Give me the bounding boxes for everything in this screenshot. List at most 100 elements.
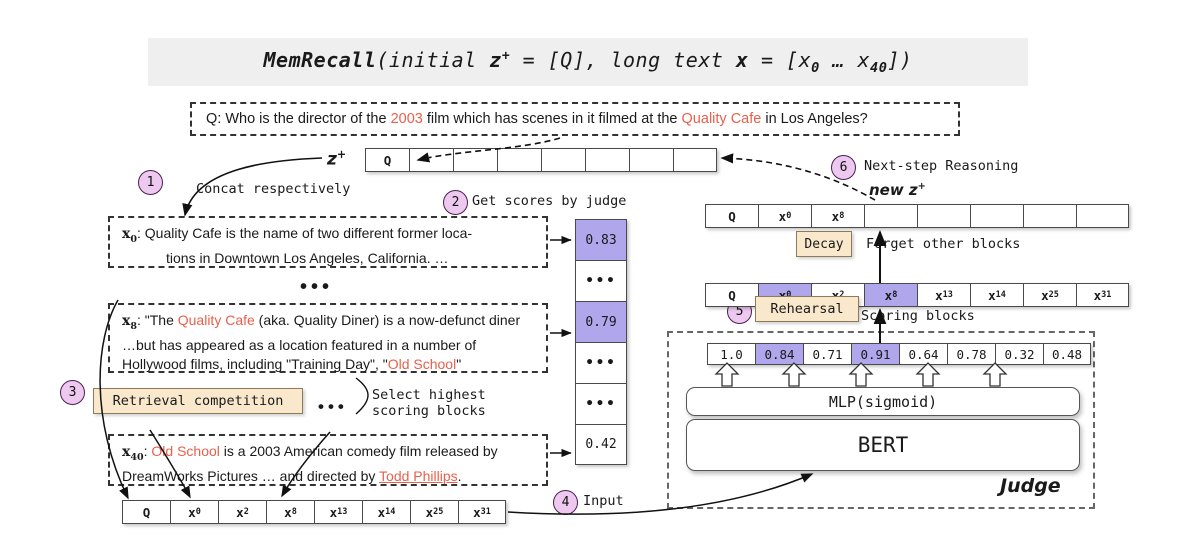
passage-x8-highlight-2: Old School xyxy=(387,355,457,372)
judge-score-cell-2[interactable]: 0.71 xyxy=(803,343,851,365)
step-6-label: Next-step Reasoning xyxy=(864,158,1019,174)
title-arg2-prefix: long text xyxy=(610,48,736,72)
passage-x8-tag-index: 8 xyxy=(130,320,137,332)
new-z-plus-block-row: Qx0x8 xyxy=(705,204,1129,228)
z-plus-cell-4[interactable] xyxy=(541,148,585,172)
title-arg1-sup: + xyxy=(501,48,511,64)
new-z-plus-label: new z+ xyxy=(869,181,926,199)
step-marker-1: 1 xyxy=(138,170,163,195)
passage-score-cell-2[interactable]: 0.79 xyxy=(575,301,627,342)
new-z-plus-cell-2[interactable]: x8 xyxy=(811,204,864,228)
z-plus-cell-5[interactable] xyxy=(585,148,629,172)
judge-title: Judge xyxy=(1000,475,1061,497)
candidate-block-cell-7[interactable]: x 31 xyxy=(1076,283,1129,307)
input-block-cell-4[interactable]: x 13 xyxy=(314,500,362,524)
title-arg2-mid: … x xyxy=(819,48,871,72)
question-box: Q: Who is the director of the 2003 film … xyxy=(190,102,960,136)
passage-x40-tag-index: 40 xyxy=(130,451,144,463)
bert-panel: BERT xyxy=(686,419,1080,471)
z-plus-cell-1[interactable] xyxy=(409,148,453,172)
question-highlight-entity: Quality Cafe xyxy=(681,111,762,127)
title-arg2-sub1: 0 xyxy=(811,60,820,76)
judge-score-cell-6[interactable]: 0.32 xyxy=(995,343,1043,365)
step-marker-4: 4 xyxy=(553,490,578,515)
passage-block-x40: x40: Old School is a 2003 American comed… xyxy=(108,434,548,486)
input-block-cell-7[interactable]: x 31 xyxy=(458,500,506,524)
passage-x8-text-a: : "The xyxy=(136,312,178,328)
judge-score-cell-5[interactable]: 0.78 xyxy=(947,343,995,365)
score-column: 0.83 ••• 0.79 ••• ••• 0.42 xyxy=(575,219,627,465)
passage-score-cell-5[interactable]: 0.42 xyxy=(575,424,627,465)
page-title: MemRecall(initial z+ = [Q], long text x … xyxy=(264,48,913,76)
passage-x0-line1: x0: Quality Cafe is the name of two diff… xyxy=(122,224,534,249)
input-block-cell-2[interactable]: x2 xyxy=(218,500,266,524)
judge-score-cell-3[interactable]: 0.91 xyxy=(851,343,899,365)
mlp-sigmoid-panel: MLP(sigmoid) xyxy=(686,387,1080,416)
question-prefix: Q: Who is the director of the xyxy=(206,111,391,127)
new-z-plus-cell-0[interactable]: Q xyxy=(705,204,758,228)
step-marker-3: 3 xyxy=(60,380,85,405)
passage-x40-highlight-1: Old School xyxy=(151,443,220,459)
passage-x0-line2: tions in Downtown Los Angeles, Californi… xyxy=(166,249,449,266)
title-arg2-var: x xyxy=(735,48,749,72)
title-arg2-sub2: 40 xyxy=(870,60,888,76)
title-arg1-rest: = [Q], xyxy=(510,48,611,72)
candidate-block-cell-4[interactable]: x 13 xyxy=(917,283,970,307)
question-suffix: in Los Angeles? xyxy=(761,111,868,127)
passage-x8-highlight-1: Quality Cafe xyxy=(177,312,255,328)
judge-score-cell-0[interactable]: 1.0 xyxy=(707,343,755,365)
judge-score-cell-4[interactable]: 0.64 xyxy=(899,343,947,365)
candidate-block-cell-6[interactable]: x 25 xyxy=(1023,283,1076,307)
input-block-cell-6[interactable]: x 25 xyxy=(410,500,458,524)
candidate-block-cell-3[interactable]: x8 xyxy=(864,283,917,307)
judge-score-cell-7[interactable]: 0.48 xyxy=(1043,343,1091,365)
z-plus-label-var: z xyxy=(327,149,337,170)
question-highlight-year: 2003 xyxy=(390,111,423,127)
step-2-label: Get scores by judge xyxy=(472,193,627,209)
passage-score-cell-0[interactable]: 0.83 xyxy=(575,219,627,260)
question-mid: film which has scenes in it filmed at th… xyxy=(422,111,682,127)
new-z-plus-cell-6[interactable] xyxy=(1023,204,1076,228)
rehearsal-box: Rehearsal xyxy=(755,296,859,322)
new-z-plus-cell-5[interactable] xyxy=(970,204,1023,228)
step-4-label: Input xyxy=(583,493,624,509)
input-block-cell-3[interactable]: x8 xyxy=(266,500,314,524)
z-plus-label-sup: + xyxy=(336,148,347,161)
brace-retrieval xyxy=(355,377,369,415)
forget-blocks-caption: Forget other blocks xyxy=(866,236,1021,252)
new-z-plus-cell-7[interactable] xyxy=(1076,204,1129,228)
decay-box: Decay xyxy=(796,231,852,257)
z-plus-cell-6[interactable] xyxy=(629,148,673,172)
passage-x40-answer-link[interactable]: Todd Phillips xyxy=(379,468,458,484)
input-block-cell-0[interactable]: Q xyxy=(122,500,170,524)
title-arg1-var: z xyxy=(489,48,502,72)
title-arg1-prefix: (initial xyxy=(376,48,490,72)
step-1-label: Concat respectively xyxy=(196,181,351,197)
judge-score-cell-1[interactable]: 0.84 xyxy=(755,343,803,365)
candidate-block-cell-5[interactable]: x 14 xyxy=(970,283,1023,307)
judge-input-row: Qx 0 x 2 x 8 x 13 x 14 x 25 x 31 xyxy=(122,500,506,524)
step-marker-2: 2 xyxy=(443,190,468,215)
new-z-plus-label-text: new z xyxy=(869,181,918,199)
z-plus-cell-0[interactable]: Q xyxy=(365,148,409,172)
z-plus-cell-2[interactable] xyxy=(453,148,497,172)
new-z-plus-cell-4[interactable] xyxy=(917,204,970,228)
new-z-plus-label-sup: + xyxy=(917,181,926,192)
title-arg2-rest: = [x xyxy=(748,48,812,72)
passage-block-x0: x0: Quality Cafe is the name of two diff… xyxy=(108,216,548,268)
question-text: Q: Who is the director of the 2003 film … xyxy=(206,111,868,127)
title-banner: MemRecall(initial z+ = [Q], long text x … xyxy=(148,38,1028,86)
input-block-cell-1[interactable]: x0 xyxy=(170,500,218,524)
input-block-cell-5[interactable]: x 14 xyxy=(362,500,410,524)
candidate-block-cell-0[interactable]: Q xyxy=(705,283,758,307)
passage-score-cell-3[interactable]: ••• xyxy=(575,342,627,383)
z-plus-cell-3[interactable] xyxy=(497,148,541,172)
title-function-name: MemRecall xyxy=(263,48,377,72)
passage-score-cell-4[interactable]: ••• xyxy=(575,383,627,424)
passage-x0-text1: : Quality Cafe is the name of two differ… xyxy=(136,225,473,241)
new-z-plus-cell-1[interactable]: x0 xyxy=(758,204,811,228)
step-marker-6: 6 xyxy=(831,155,856,180)
z-plus-cell-7[interactable] xyxy=(673,148,717,172)
passage-score-cell-1[interactable]: ••• xyxy=(575,260,627,301)
new-z-plus-cell-3[interactable] xyxy=(864,204,917,228)
